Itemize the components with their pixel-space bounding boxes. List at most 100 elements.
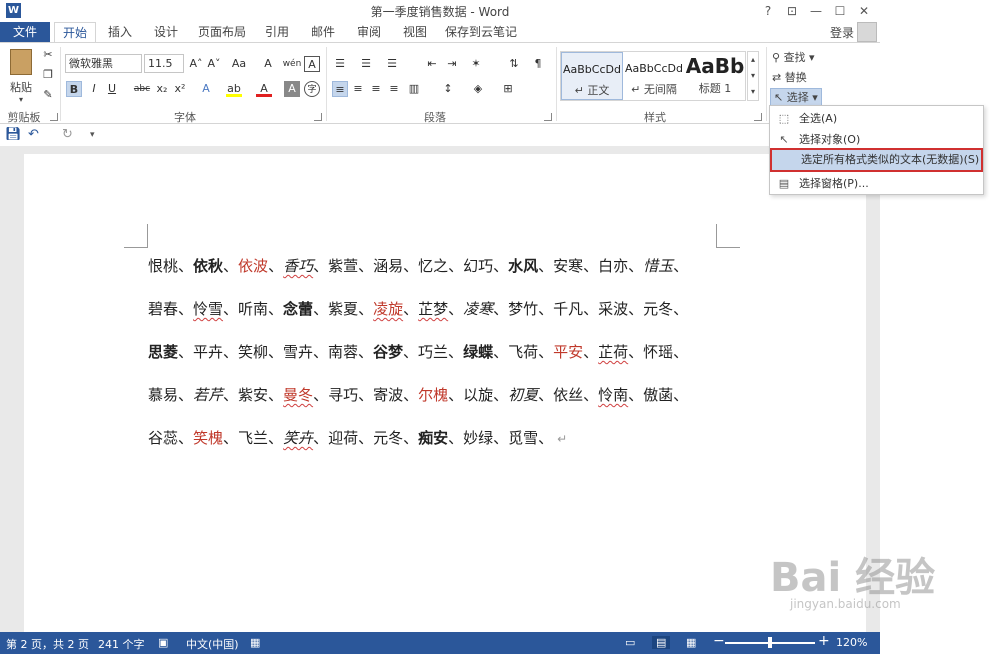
font-color-icon[interactable]: A (256, 81, 272, 97)
minimize-button[interactable]: — (804, 1, 828, 21)
text-line[interactable]: 碧春、怜雪、听南、念蕾、紫夏、凌旋、芷梦、凌寒、梦竹、千凡、采波、元冬、 (148, 299, 728, 342)
style-no-spacing[interactable]: AaBbCcDd ↵ 无间隔 (623, 52, 685, 100)
text-run[interactable]: 、 (448, 300, 463, 318)
customize-qat-icon[interactable]: ▾ (90, 130, 95, 140)
format-painter-icon[interactable]: ✎ (40, 87, 56, 103)
align-right-icon[interactable]: ≡ (368, 81, 384, 97)
text-run[interactable]: 水风 (508, 257, 538, 275)
show-marks-icon[interactable]: ¶ (530, 56, 546, 72)
replace-button[interactable]: ⇄ 替换 (772, 69, 807, 85)
tab-layout[interactable]: 页面布局 (196, 22, 248, 42)
shrink-font-icon[interactable]: A˅ (206, 56, 222, 72)
font-size-select[interactable]: 11.5 (144, 54, 184, 73)
text-run[interactable]: 、飞荷、 (493, 343, 553, 361)
text-run[interactable]: 、紫萱、涵易、忆之、幻巧、 (313, 257, 508, 275)
text-line[interactable]: 恨桃、依秋、依波、香巧、紫萱、涵易、忆之、幻巧、水风、安寒、白亦、惜玉、 (148, 256, 728, 299)
text-run[interactable]: 平安 (553, 343, 583, 361)
word-count[interactable]: 241 个字 (98, 636, 145, 652)
style-normal[interactable]: AaBbCcDd ↵ 正文 (561, 52, 623, 100)
char-border-icon[interactable]: A (304, 56, 320, 72)
text-line[interactable]: 谷蕊、笑槐、飞兰、笑卉、迎荷、元冬、痴安、妙绿、觅雪、 ↵ (148, 428, 728, 471)
text-run[interactable]: 、梦竹、千凡、采波、元冬、 (493, 300, 688, 318)
text-run[interactable]: 念蕾 (283, 300, 313, 318)
text-run[interactable]: 、听南、 (223, 300, 283, 318)
zoom-out-button[interactable]: − (713, 633, 725, 649)
strikethrough-button[interactable]: abc (132, 81, 152, 97)
tab-insert[interactable]: 插入 (102, 22, 138, 42)
text-run[interactable]: 笑卉 (283, 429, 313, 447)
text-run[interactable]: 、安寒、白亦、 (538, 257, 643, 275)
text-run[interactable]: 凌寒 (463, 300, 493, 318)
chinese-layout-icon[interactable]: ✶ (468, 56, 484, 72)
italic-button[interactable]: I (86, 81, 102, 97)
numbering-icon[interactable]: ☰ (358, 56, 374, 72)
align-center-icon[interactable]: ≡ (350, 81, 366, 97)
tab-design[interactable]: 设计 (148, 22, 184, 42)
find-button[interactable]: ⚲ 查找 ▾ (772, 49, 815, 65)
undo-icon[interactable]: ↶ (28, 127, 39, 142)
macro-icon[interactable]: ▦ (250, 636, 260, 649)
tab-mailings[interactable]: 邮件 (305, 22, 341, 42)
change-case-button[interactable]: Aa (228, 56, 250, 72)
text-run[interactable]: 芷荷 (598, 343, 628, 361)
text-run[interactable]: 笑槐 (193, 429, 223, 447)
text-run[interactable]: 、 (223, 257, 238, 275)
text-run[interactable]: 绿蝶 (463, 343, 493, 361)
print-layout-icon[interactable]: ▤ (652, 636, 671, 649)
bullets-icon[interactable]: ☰ (332, 56, 348, 72)
clipboard-launcher-icon[interactable] (50, 113, 58, 121)
text-run[interactable]: 、紫夏、 (313, 300, 373, 318)
menu-item-select-objects[interactable]: ↖ 选择对象(O) (770, 130, 983, 150)
document-page[interactable]: 恨桃、依秋、依波、香巧、紫萱、涵易、忆之、幻巧、水风、安寒、白亦、惜玉、 碧春、怜… (24, 154, 866, 644)
text-run[interactable]: 谷蕊、 (148, 429, 193, 447)
login-link[interactable]: 登录 (830, 24, 854, 41)
redo-icon[interactable]: ↻ (62, 127, 73, 142)
text-run[interactable]: 凌旋 (373, 300, 403, 318)
text-run[interactable]: 、傲菡、 (628, 386, 688, 404)
text-run[interactable]: 、 (268, 257, 283, 275)
close-button[interactable]: ✕ (852, 1, 876, 21)
enclose-char-icon[interactable]: 字 (304, 81, 320, 97)
borders-icon[interactable]: ⊞ (500, 81, 516, 97)
text-run[interactable]: 慕易、 (148, 386, 193, 404)
text-run[interactable]: 思菱 (148, 343, 178, 361)
text-run[interactable]: 惜玉 (643, 257, 673, 275)
cut-icon[interactable]: ✂ (40, 47, 56, 63)
styles-scroll[interactable]: ▴ ▾ ▾ (747, 51, 759, 101)
text-run[interactable]: 、以旋、 (448, 386, 508, 404)
help-button[interactable]: ? (756, 1, 780, 21)
text-line[interactable]: 慕易、若芹、紫安、曼冬、寻巧、寄波、尔槐、以旋、初夏、依丝、怜南、傲菡、 (148, 385, 728, 428)
paragraph-launcher-icon[interactable] (544, 113, 552, 121)
subscript-button[interactable]: x₂ (154, 81, 170, 97)
language-indicator[interactable]: 中文(中国) (186, 636, 239, 652)
document-body[interactable]: 恨桃、依秋、依波、香巧、紫萱、涵易、忆之、幻巧、水风、安寒、白亦、惜玉、 碧春、怜… (148, 256, 728, 471)
text-run[interactable]: 、迎荷、元冬、 (313, 429, 418, 447)
tab-home[interactable]: 开始 (54, 22, 96, 43)
underline-button[interactable]: U (104, 81, 120, 97)
tab-save-cloud[interactable]: 保存到云笔记 (444, 22, 518, 42)
menu-item-select-similar[interactable]: 选定所有格式类似的文本(无数据)(S) (770, 148, 983, 172)
text-run[interactable]: 、平卉、笑柳、雪卉、南蓉、 (178, 343, 373, 361)
highlight-color-icon[interactable]: ab (226, 81, 242, 97)
text-run[interactable]: 若芹 (193, 386, 223, 404)
clear-format-icon[interactable]: A (260, 56, 276, 72)
font-family-select[interactable]: 微软雅黑 (65, 54, 142, 73)
distributed-icon[interactable]: ▥ (406, 81, 422, 97)
text-run[interactable]: 、寻巧、寄波、 (313, 386, 418, 404)
text-run[interactable]: 谷梦 (373, 343, 403, 361)
increase-indent-icon[interactable]: ⇥ (444, 56, 460, 72)
text-run[interactable]: 怜南 (598, 386, 628, 404)
phonetic-guide-icon[interactable]: wén (282, 56, 302, 72)
text-run[interactable]: 、 (673, 257, 688, 275)
select-button[interactable]: ↖ 选择 ▾ (770, 88, 822, 106)
multilevel-list-icon[interactable]: ☰ (384, 56, 400, 72)
text-run[interactable]: 、 (403, 300, 418, 318)
superscript-button[interactable]: x² (172, 81, 188, 97)
text-run[interactable]: 尔槐 (418, 386, 448, 404)
tab-view[interactable]: 视图 (397, 22, 433, 42)
text-run[interactable]: 、妙绿、觅雪、 (448, 429, 553, 447)
menu-item-select-all[interactable]: ⬚ 全选(A) (770, 109, 983, 129)
text-run[interactable]: 、巧兰、 (403, 343, 463, 361)
web-layout-icon[interactable]: ▦ (686, 636, 696, 649)
proofing-icon[interactable]: ▣ (158, 636, 168, 649)
